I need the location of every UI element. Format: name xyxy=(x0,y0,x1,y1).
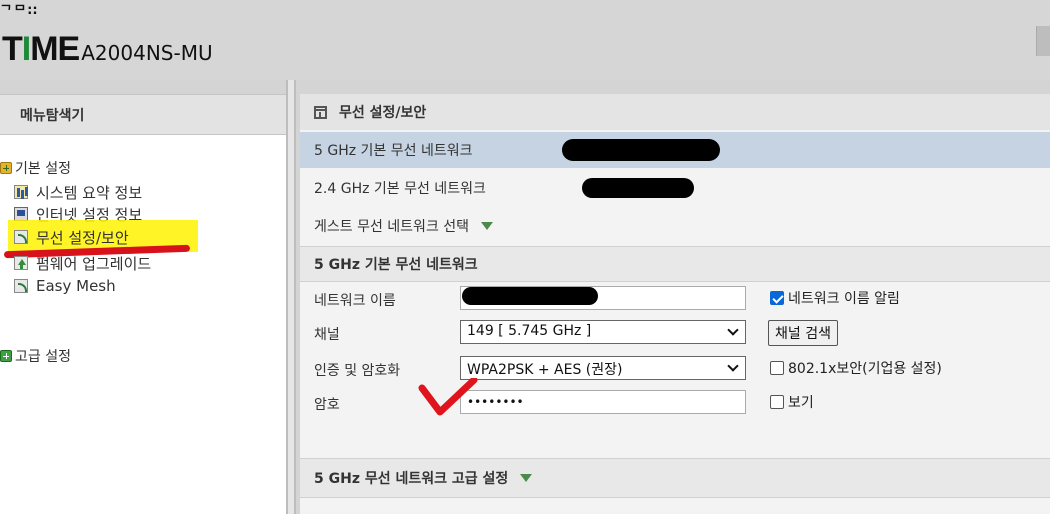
guest-network-row[interactable]: 게스트 무선 네트워크 선택 xyxy=(300,208,1050,244)
channel-select-value: 149 [ 5.745 GHz ] xyxy=(467,323,592,339)
monitor-icon xyxy=(14,207,28,221)
redacted-ssid-24ghz xyxy=(582,178,694,198)
broadcast-ssid-checkbox[interactable] xyxy=(770,291,784,305)
header-corner-button[interactable] xyxy=(1036,26,1050,56)
show-password-checkbox-wrap[interactable]: 보기 xyxy=(770,392,814,412)
broadcast-ssid-label: 네트워크 이름 알림 xyxy=(788,291,900,307)
sidebar-item-label: 시스템 요약 정보 xyxy=(36,183,143,202)
sidebar-group-label: 기본 설정 xyxy=(15,161,71,177)
advanced-settings-row[interactable]: 5 GHz 무선 네트워크 고급 설정 xyxy=(300,458,1050,498)
red-check-annotation xyxy=(418,378,478,416)
expand-plus-icon[interactable] xyxy=(0,350,12,362)
section-title: 5 GHz 기본 무선 네트워크 xyxy=(314,257,478,273)
main-panel: 무선 설정/보안 5 GHz 기본 무선 네트워크 2.4 GHz 기본 무선 … xyxy=(300,94,1050,514)
logo-suffix: ME xyxy=(30,30,80,68)
upload-arrow-icon xyxy=(14,256,28,270)
network-24ghz-label: 2.4 GHz 기본 무선 네트워크 xyxy=(314,181,486,197)
sidebar-item-firmware-upgrade[interactable]: 펌웨어 업그레이드 xyxy=(14,253,151,273)
show-password-checkbox[interactable] xyxy=(770,395,784,409)
advanced-settings-title: 5 GHz 무선 네트워크 고급 설정 xyxy=(314,471,509,487)
logo-prefix: T xyxy=(2,30,23,68)
password-label: 암호 xyxy=(314,397,340,413)
expand-plus-icon[interactable] xyxy=(0,162,12,174)
enterprise-security-label: 802.1x보안(기업용 설정) xyxy=(788,361,942,377)
sidebar: 메뉴탐색기 기본 설정 시스템 요약 정보 인터넷 설정 정보 xyxy=(0,94,286,514)
auth-label: 인증 및 암호화 xyxy=(314,363,401,379)
logo-accent: I xyxy=(21,30,32,68)
header: ᄀᄆ∷ TIME A2004NS-MU xyxy=(0,0,1050,80)
pane-divider[interactable] xyxy=(286,80,296,514)
password-row: 암호 •••••••• 보기 xyxy=(300,386,1050,418)
window-icon xyxy=(314,105,327,119)
sidebar-item-label: 펌웨어 업그레이드 xyxy=(36,254,152,273)
wireless-icon xyxy=(14,230,28,244)
expand-triangle-icon[interactable] xyxy=(520,474,533,482)
model-name: A2004NS-MU xyxy=(81,41,213,65)
broadcast-ssid-checkbox-wrap[interactable]: 네트워크 이름 알림 xyxy=(770,288,900,308)
channel-select[interactable]: 149 [ 5.745 GHz ] xyxy=(460,320,746,344)
network-name-row: 네트워크 이름 네트워크 이름 알림 xyxy=(300,282,1050,314)
network-name-label: 네트워크 이름 xyxy=(314,293,396,309)
sidebar-item-label: 무선 설정/보안 xyxy=(36,228,129,247)
bar-chart-icon xyxy=(14,185,28,199)
wireless-icon xyxy=(14,279,28,293)
enterprise-security-checkbox-wrap[interactable]: 802.1x보안(기업용 설정) xyxy=(770,358,942,378)
expand-triangle-icon[interactable] xyxy=(481,222,494,230)
sidebar-title: 메뉴탐색기 xyxy=(0,94,286,135)
chevron-down-icon xyxy=(727,360,739,372)
sidebar-item-wireless-security[interactable]: 무선 설정/보안 xyxy=(14,227,129,247)
sidebar-item-system-summary[interactable]: 시스템 요약 정보 xyxy=(14,182,142,202)
channel-label: 채널 xyxy=(314,327,340,343)
password-input[interactable]: •••••••• xyxy=(460,390,746,414)
auth-select[interactable]: WPA2PSK + AES (권장) xyxy=(460,356,746,380)
logo-text: TIME xyxy=(2,32,80,66)
redacted-network-name xyxy=(462,287,598,305)
chevron-down-icon xyxy=(727,324,739,336)
enterprise-security-checkbox[interactable] xyxy=(770,361,784,375)
auth-row: 인증 및 암호화 WPA2PSK + AES (권장) 802.1x보안(기업용… xyxy=(300,352,1050,384)
redacted-ssid-5ghz xyxy=(562,139,720,161)
sidebar-item-label: Easy Mesh xyxy=(36,277,116,295)
sidebar-item-easy-mesh[interactable]: Easy Mesh xyxy=(14,276,116,296)
sidebar-group-basic[interactable]: 기본 설정 xyxy=(0,158,71,178)
sidebar-group-advanced[interactable]: 고급 설정 xyxy=(0,346,71,366)
sidebar-group-label: 고급 설정 xyxy=(15,349,71,365)
logo: TIME A2004NS-MU xyxy=(2,30,213,66)
channel-row: 채널 149 [ 5.745 GHz ] 채널 검색 xyxy=(300,316,1050,348)
show-password-label: 보기 xyxy=(788,395,814,411)
brand-small-logo: ᄀᄆ∷ xyxy=(0,4,39,19)
page-title: 무선 설정/보안 xyxy=(339,105,427,121)
channel-scan-button[interactable]: 채널 검색 xyxy=(768,320,838,346)
page-title-bar: 무선 설정/보안 xyxy=(300,94,1050,130)
guest-network-label: 게스트 무선 네트워크 선택 xyxy=(314,219,470,235)
network-5ghz-label: 5 GHz 기본 무선 네트워크 xyxy=(314,143,473,159)
section-header-5ghz: 5 GHz 기본 무선 네트워크 xyxy=(300,246,1050,282)
auth-select-value: WPA2PSK + AES (권장) xyxy=(467,362,623,378)
